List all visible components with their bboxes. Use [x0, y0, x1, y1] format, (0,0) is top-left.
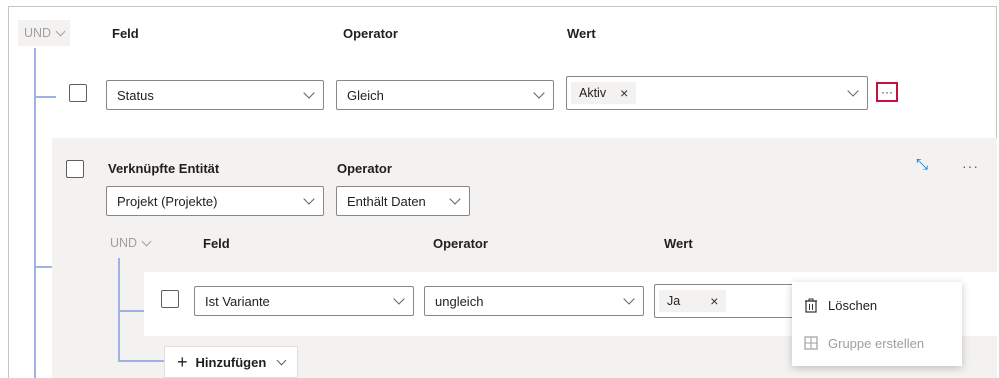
chevron-down-icon [303, 192, 315, 205]
root-group-connector [34, 266, 52, 268]
related-entity-more-button[interactable]: ··· [962, 158, 979, 174]
close-icon[interactable]: × [620, 85, 628, 101]
context-menu: Löschen Gruppe erstellen [792, 282, 962, 366]
chevron-down-icon [623, 292, 635, 305]
nested-operator-dropdown[interactable]: ungleich [424, 286, 644, 316]
root-header-field: Feld [112, 26, 139, 41]
nested-value-tag-label: Ja [667, 294, 681, 308]
close-icon[interactable]: × [710, 293, 718, 309]
nested-field-dropdown[interactable]: Ist Variante [194, 286, 414, 316]
root-field-dropdown[interactable]: Status [106, 80, 324, 110]
chevron-down-icon [847, 84, 859, 97]
nested-header-operator: Operator [433, 236, 488, 251]
nested-add-connector [118, 360, 164, 362]
chevron-down-icon [533, 86, 545, 99]
trash-icon [805, 298, 817, 313]
chevron-down-icon [393, 292, 405, 305]
chevron-down-icon [276, 355, 287, 365]
root-row-connector [34, 96, 56, 98]
chevron-down-icon [141, 236, 152, 246]
root-logic-label: UND [24, 26, 52, 40]
nested-row-connector [118, 310, 144, 312]
root-header-operator: Operator [343, 26, 398, 41]
menu-item-create-group-label: Gruppe erstellen [828, 335, 925, 351]
collapse-icon[interactable]: ⤡ [916, 156, 928, 173]
nested-logic-label: UND [110, 236, 138, 250]
add-button-label: Hinzufügen [195, 354, 267, 370]
related-operator-value: Enthält Daten [347, 193, 426, 209]
more-icon: ··· [881, 85, 893, 99]
related-entity-dropdown[interactable]: Projekt (Projekte) [106, 186, 324, 216]
add-button[interactable]: + Hinzufügen [164, 346, 299, 378]
nested-row-checkbox[interactable] [161, 290, 179, 308]
chevron-down-icon [55, 26, 66, 36]
nested-header-value: Wert [664, 236, 693, 251]
menu-item-create-group[interactable]: Gruppe erstellen [792, 324, 962, 362]
root-operator-dropdown[interactable]: Gleich [336, 80, 554, 110]
nested-operator-value: ungleich [435, 293, 484, 309]
related-entity-operator-label: Operator [337, 161, 392, 176]
chevron-down-icon [449, 192, 461, 205]
nested-header-field: Feld [203, 236, 230, 251]
related-entity-label: Verknüpfte Entität [108, 161, 220, 176]
group-icon [804, 336, 818, 350]
plus-icon: + [177, 351, 188, 372]
root-row-more-button[interactable]: ··· [876, 82, 898, 102]
chevron-down-icon [303, 86, 315, 99]
menu-item-delete[interactable]: Löschen [792, 286, 962, 324]
root-field-value: Status [117, 87, 154, 103]
root-row-checkbox[interactable] [69, 84, 87, 102]
nested-value-tag: Ja × [659, 290, 727, 312]
related-entity-value: Projekt (Projekte) [117, 193, 218, 209]
related-operator-dropdown[interactable]: Enthält Daten [336, 186, 470, 216]
root-value-tag: Aktiv × [571, 82, 637, 104]
nested-field-value: Ist Variante [205, 293, 270, 309]
menu-item-delete-label: Löschen [828, 297, 878, 313]
root-header-value: Wert [567, 26, 596, 41]
root-value-tag-label: Aktiv [579, 86, 607, 100]
nested-value-dropdown[interactable]: Ja × [654, 284, 794, 318]
root-value-dropdown[interactable]: Aktiv × [566, 76, 868, 110]
nested-logic-dropdown[interactable]: UND [104, 230, 157, 256]
related-entity-checkbox[interactable] [66, 160, 84, 178]
root-operator-value: Gleich [347, 87, 384, 103]
root-logic-dropdown[interactable]: UND [18, 20, 71, 46]
